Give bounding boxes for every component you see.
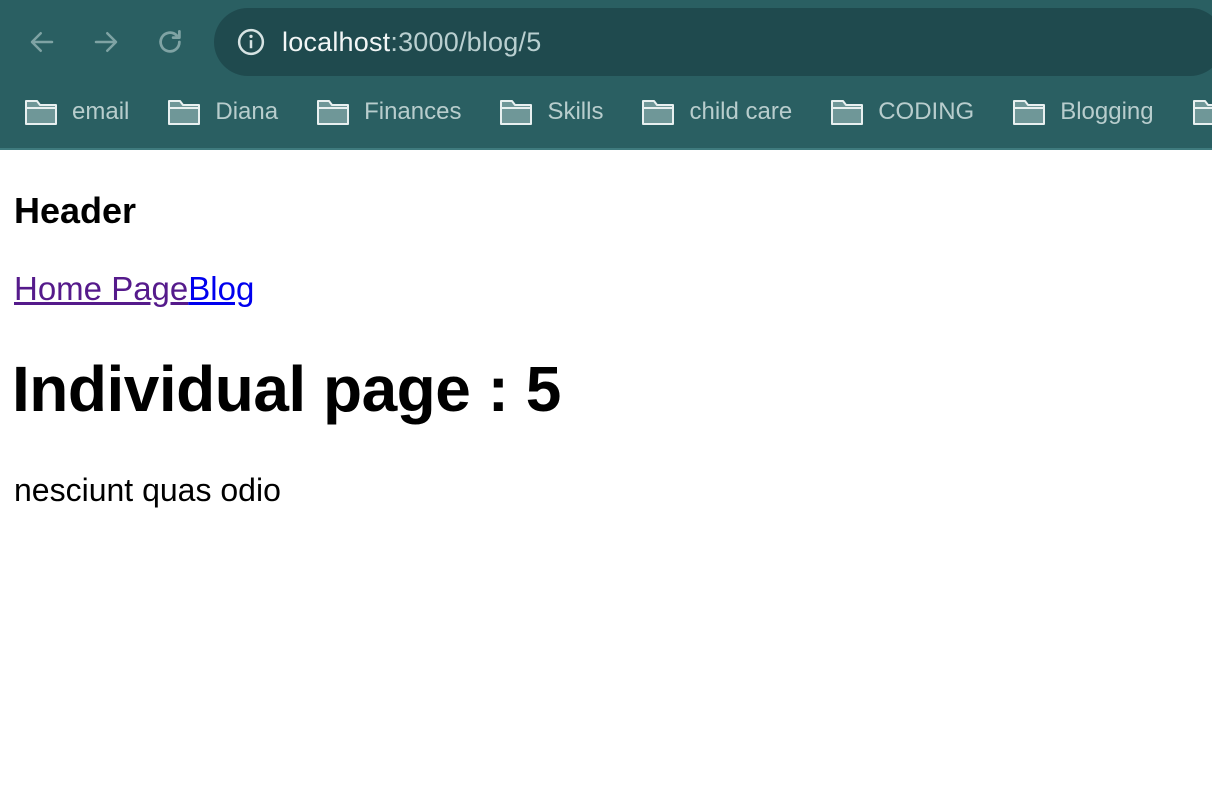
bookmark-folder-child-care[interactable]: child care [617, 90, 806, 134]
site-info-button[interactable] [234, 25, 268, 59]
bookmark-folder-finances[interactable]: Finances [292, 90, 475, 134]
folder-icon [642, 100, 675, 125]
bookmark-label: Finances [364, 98, 462, 125]
info-icon [237, 28, 265, 56]
site-header: Header [14, 190, 137, 231]
back-button[interactable] [20, 20, 64, 64]
bookmark-label: email [72, 98, 130, 125]
folder-icon [317, 100, 350, 125]
page-body-text: nesciunt quas odio [14, 472, 281, 508]
arrow-left-icon [30, 32, 54, 52]
bookmark-folder-email[interactable]: email [0, 90, 143, 134]
folder-icon [1013, 100, 1046, 125]
reload-icon [159, 30, 181, 53]
folder-icon [831, 100, 864, 125]
home-page-link[interactable]: Home Page [14, 270, 188, 307]
folder-icon [25, 100, 57, 125]
folder-icon [168, 100, 201, 125]
page-title: Individual page : 5 [12, 353, 561, 425]
bookmark-label: CODING [878, 98, 975, 125]
url-host: localhost [282, 26, 391, 57]
bookmark-label: Blogging [1060, 98, 1154, 125]
bookmark-folder-skills[interactable]: Skills [475, 90, 617, 134]
blog-link[interactable]: Blog [188, 270, 254, 307]
url-path: :3000/blog/5 [390, 26, 542, 57]
folder-icon [500, 100, 533, 125]
bookmark-label: Skills [547, 98, 604, 125]
page-content: Header Home PageBlog Individual page : 5… [0, 152, 1212, 798]
folder-icon [1192, 100, 1212, 125]
bookmark-folder-blogging[interactable]: Blogging [988, 90, 1167, 134]
arrow-right-icon [94, 32, 118, 52]
browser-chrome: localhost:3000/blog/5 email Diana Financ… [0, 0, 1212, 150]
bookmark-label: child care [689, 98, 793, 125]
forward-button[interactable] [84, 20, 128, 64]
bookmark-folder-overflow[interactable] [1168, 90, 1212, 134]
site-nav: Home PageBlog [14, 270, 254, 308]
bookmark-folder-diana[interactable]: Diana [143, 90, 292, 134]
address-bar[interactable]: localhost:3000/blog/5 [214, 8, 1212, 76]
url-text[interactable]: localhost:3000/blog/5 [282, 27, 541, 58]
bookmark-folder-coding[interactable]: CODING [806, 90, 988, 134]
bookmark-label: Diana [215, 98, 279, 125]
bookmarks-bar: email Diana Finances Skills child care C… [0, 90, 1212, 134]
reload-button[interactable] [148, 20, 192, 64]
